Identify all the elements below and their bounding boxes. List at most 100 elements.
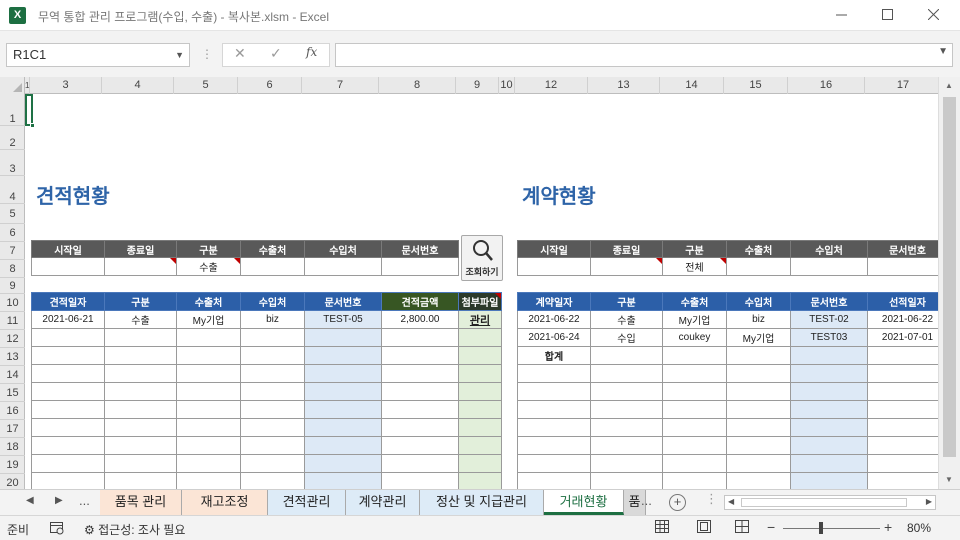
table-cell[interactable]: [590, 454, 663, 473]
horizontal-scroll-thumb[interactable]: [741, 498, 907, 507]
table-cell[interactable]: [590, 418, 663, 437]
insert-function-button[interactable]: fx: [306, 45, 317, 59]
zoom-slider[interactable]: [783, 528, 880, 529]
row-header-cell[interactable]: 18: [0, 438, 25, 456]
formula-input[interactable]: ▼: [335, 43, 953, 67]
column-header-cell[interactable]: 7: [302, 77, 379, 94]
table-cell[interactable]: [104, 472, 177, 489]
table-cell[interactable]: [381, 382, 459, 401]
filter-header-cell[interactable]: 수출처: [726, 240, 791, 258]
filter-value-cell[interactable]: [726, 257, 791, 276]
row-header-cell[interactable]: 3: [0, 150, 25, 176]
table-cell[interactable]: 2021-06-21: [31, 310, 105, 329]
column-header-cell[interactable]: 4: [102, 77, 174, 94]
scroll-up-icon[interactable]: ▲: [945, 81, 953, 90]
table-cell[interactable]: [726, 364, 791, 383]
page-layout-view-icon[interactable]: [697, 520, 712, 534]
table-cell[interactable]: [726, 436, 791, 455]
row-header-cell[interactable]: 4: [0, 176, 25, 204]
table-cell[interactable]: coukey: [662, 328, 727, 347]
table-cell[interactable]: [517, 454, 591, 473]
table-cell[interactable]: [176, 346, 241, 365]
column-header-cell[interactable]: 12: [515, 77, 588, 94]
filter-value-cell[interactable]: [590, 257, 663, 276]
scroll-right-icon[interactable]: ▶: [926, 497, 932, 506]
table-cell[interactable]: 2021-07-01: [867, 328, 938, 347]
table-cell[interactable]: [517, 472, 591, 489]
row-header-cell[interactable]: 13: [0, 348, 25, 366]
table-cell[interactable]: [458, 400, 502, 419]
filter-header-cell[interactable]: 시작일: [517, 240, 591, 258]
table-cell[interactable]: [381, 400, 459, 419]
table-cell[interactable]: [790, 472, 868, 489]
table-header-cell[interactable]: 견적금액: [381, 292, 459, 311]
table-cell[interactable]: [662, 418, 727, 437]
table-cell[interactable]: [458, 328, 502, 347]
table-cell[interactable]: biz: [240, 310, 305, 329]
table-cell[interactable]: [590, 472, 663, 489]
table-cell[interactable]: [867, 346, 938, 365]
table-header-cell[interactable]: 문서번호: [304, 292, 382, 311]
row-header-cell[interactable]: 9: [0, 278, 25, 294]
row-header-cell[interactable]: 1: [0, 94, 25, 126]
column-header-cell[interactable]: 8: [379, 77, 456, 94]
table-cell[interactable]: [176, 382, 241, 401]
table-cell[interactable]: [517, 400, 591, 419]
table-cell[interactable]: 수출: [104, 310, 177, 329]
table-cell[interactable]: [104, 346, 177, 365]
table-cell[interactable]: [867, 436, 938, 455]
sheet-tab[interactable]: 재고조정: [182, 490, 268, 515]
filter-value-cell[interactable]: [381, 257, 459, 276]
splitter-icon[interactable]: ⋮: [705, 491, 718, 507]
row-header-cell[interactable]: 5: [0, 204, 25, 224]
table-cell[interactable]: TEST03: [790, 328, 868, 347]
filter-value-cell[interactable]: [104, 257, 177, 276]
zoom-level[interactable]: 80%: [907, 521, 931, 535]
table-cell[interactable]: [104, 418, 177, 437]
row-header-cell[interactable]: 6: [0, 224, 25, 242]
filter-header-cell[interactable]: 구분: [662, 240, 727, 258]
row-header-cell[interactable]: 12: [0, 330, 25, 348]
search-button[interactable]: 조회하기: [461, 235, 503, 281]
table-header-cell[interactable]: 견적일자: [31, 292, 105, 311]
column-header-cell[interactable]: 14: [660, 77, 724, 94]
select-all-button[interactable]: [0, 77, 25, 94]
table-cell[interactable]: [381, 364, 459, 383]
table-cell[interactable]: [867, 382, 938, 401]
check-icon[interactable]: ✓: [270, 45, 282, 62]
horizontal-scrollbar[interactable]: ◀ ▶: [724, 495, 936, 510]
table-cell[interactable]: [590, 436, 663, 455]
table-cell[interactable]: [726, 454, 791, 473]
table-cell[interactable]: [517, 436, 591, 455]
filter-value-cell[interactable]: [304, 257, 382, 276]
normal-view-icon[interactable]: [655, 520, 670, 534]
table-cell[interactable]: [381, 418, 459, 437]
row-header-cell[interactable]: 2: [0, 126, 25, 150]
table-cell[interactable]: [790, 418, 868, 437]
table-cell[interactable]: TEST-02: [790, 310, 868, 329]
table-cell[interactable]: [240, 472, 305, 489]
table-cell[interactable]: [176, 418, 241, 437]
table-cell[interactable]: [458, 454, 502, 473]
table-cell[interactable]: 수입: [590, 328, 663, 347]
filter-header-cell[interactable]: 종료일: [104, 240, 177, 258]
table-cell[interactable]: [240, 328, 305, 347]
table-cell[interactable]: [240, 346, 305, 365]
table-cell[interactable]: [458, 364, 502, 383]
table-cell[interactable]: [726, 346, 791, 365]
table-cell[interactable]: [104, 328, 177, 347]
table-cell[interactable]: [790, 346, 868, 365]
table-cell[interactable]: [381, 328, 459, 347]
scroll-left-icon[interactable]: ◀: [728, 497, 734, 506]
macro-record-icon[interactable]: [50, 522, 64, 535]
table-header-cell[interactable]: 구분: [590, 292, 663, 311]
fill-handle[interactable]: [30, 123, 35, 128]
table-cell[interactable]: [31, 346, 105, 365]
table-cell[interactable]: [662, 454, 727, 473]
table-cell[interactable]: [304, 472, 382, 489]
more-vertical-icon[interactable]: ⋮: [201, 47, 213, 61]
table-cell[interactable]: [31, 400, 105, 419]
table-cell[interactable]: [867, 400, 938, 419]
row-header-cell[interactable]: 7: [0, 242, 25, 260]
close-button[interactable]: [910, 0, 956, 31]
